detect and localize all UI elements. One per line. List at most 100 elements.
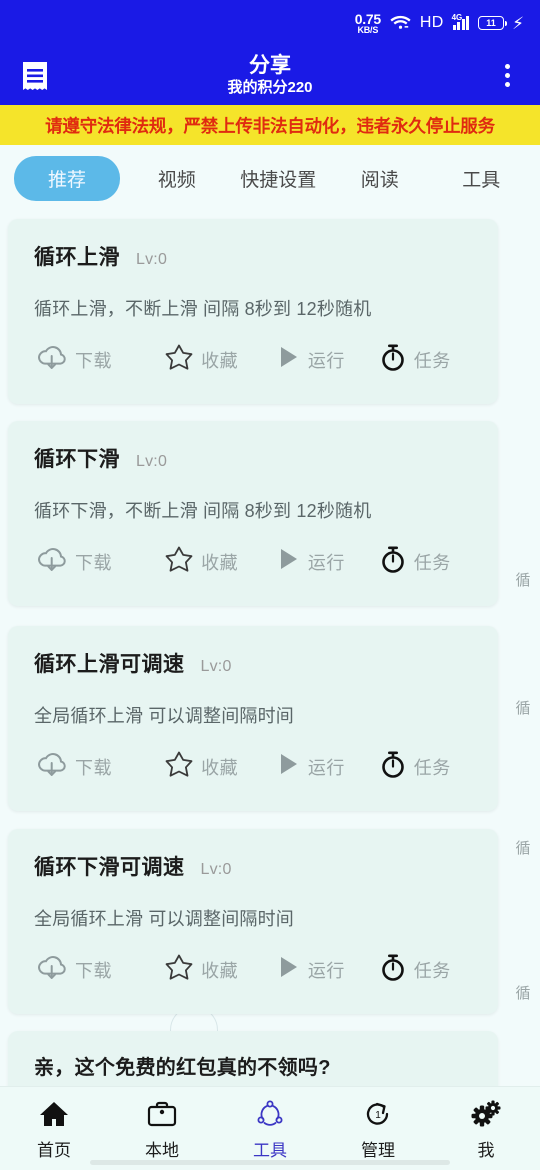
nav-label-me: 我 (477, 1141, 495, 1160)
page-title: 分享 (249, 53, 291, 77)
run-button[interactable]: 运行 (273, 543, 377, 580)
task-label: 任务 (413, 350, 451, 371)
kebab-menu-icon[interactable] (492, 58, 522, 94)
peek-char: 循 (515, 985, 531, 1002)
battery-level-text: 11 (486, 18, 496, 28)
app-bar-title-group: 分享 我的积分220 (0, 46, 540, 105)
play-triangle-icon (273, 543, 303, 580)
favorite-label: 收藏 (201, 757, 239, 778)
card-header: 循环下滑可调速 Lv:0 (34, 851, 472, 881)
script-card[interactable]: 循环下滑可调速 Lv:0 全局循环上滑 可以调整间隔时间 下载 收藏 运行 任务 (8, 829, 498, 1014)
status-bar: 0.75 KB/S HD 4G 11 ⚡ (0, 0, 540, 46)
card-header: 循环上滑可调速 Lv:0 (34, 648, 472, 678)
tab-quick-settings[interactable]: 快捷设置 (228, 156, 330, 201)
network-speed-indicator: 0.75 KB/S (355, 12, 381, 35)
download-label: 下载 (75, 960, 112, 981)
svg-text:1: 1 (375, 1110, 381, 1121)
card-action-row: 下载 收藏 运行 任务 (34, 543, 472, 580)
tab-video[interactable]: 视频 (126, 156, 228, 201)
stopwatch-icon (377, 543, 409, 580)
cloud-download-icon (34, 543, 70, 580)
nav-label-local: 本地 (145, 1141, 179, 1160)
star-outline-icon (162, 543, 196, 580)
network-speed-value: 0.75 (354, 10, 381, 27)
favorite-button[interactable]: 收藏 (162, 543, 273, 580)
tab-recommend[interactable]: 推荐 (14, 155, 120, 201)
stopwatch-icon (377, 748, 409, 785)
points-subtitle: 我的积分220 (227, 78, 313, 96)
stopwatch-icon (377, 951, 409, 988)
tab-tools[interactable]: 工具 (431, 156, 533, 201)
download-label: 下载 (75, 757, 112, 778)
tab-reading[interactable]: 阅读 (329, 156, 431, 201)
task-button[interactable]: 任务 (377, 543, 472, 580)
cloud-download-icon (34, 748, 70, 785)
task-button[interactable]: 任务 (377, 748, 472, 785)
card-level-badge: Lv:0 (136, 453, 168, 470)
app-root: 0.75 KB/S HD 4G 11 ⚡ 分享 我的积分220 请遵守法律法规，… (0, 0, 540, 1170)
task-label: 任务 (413, 757, 451, 778)
script-card-list: 循 循 循 循 循 循 循环上滑 Lv:0 循环上滑，不断上滑 间隔 8秒到 1… (0, 211, 540, 1170)
stopwatch-icon (377, 341, 409, 378)
download-button[interactable]: 下载 (34, 748, 162, 785)
download-button[interactable]: 下载 (34, 951, 162, 988)
favorite-button[interactable]: 收藏 (162, 748, 273, 785)
run-label: 运行 (307, 552, 345, 573)
star-outline-icon (162, 341, 196, 378)
app-bar: 分享 我的积分220 (0, 46, 540, 105)
nav-item-local[interactable]: 本地 (108, 1097, 216, 1161)
card-description: 全局循环上滑 可以调整间隔时间 (34, 706, 294, 726)
favorite-label: 收藏 (201, 960, 239, 981)
cloud-download-icon (34, 951, 70, 988)
network-type-label: 4G (451, 13, 463, 22)
gesture-home-bar[interactable] (90, 1160, 450, 1165)
gears-icon (469, 1097, 503, 1131)
download-button[interactable]: 下载 (34, 543, 162, 580)
run-label: 运行 (307, 350, 345, 371)
share-nodes-icon (254, 1097, 286, 1131)
card-description: 全局循环上滑 可以调整间隔时间 (34, 909, 294, 929)
peek-char: 循 (515, 700, 531, 717)
run-label: 运行 (307, 757, 345, 778)
briefcase-icon (146, 1097, 178, 1131)
run-button[interactable]: 运行 (273, 341, 377, 378)
task-button[interactable]: 任务 (377, 951, 472, 988)
download-label: 下载 (75, 552, 112, 573)
signal-bars-icon: 4G (451, 13, 470, 30)
card-title: 循环上滑可调速 (34, 653, 185, 676)
card-level-badge: Lv:0 (136, 251, 168, 268)
play-triangle-icon (273, 951, 303, 988)
download-button[interactable]: 下载 (34, 341, 162, 378)
task-button[interactable]: 任务 (377, 341, 472, 378)
script-card[interactable]: 循环上滑可调速 Lv:0 全局循环上滑 可以调整间隔时间 下载 收藏 运行 任务 (8, 626, 498, 811)
network-speed-unit: KB/S (357, 24, 379, 35)
star-outline-icon (162, 951, 196, 988)
category-tab-bar: 推荐 视频 快捷设置 阅读 工具 (0, 145, 540, 211)
nav-item-home[interactable]: 首页 (0, 1097, 108, 1161)
card-action-row: 下载 收藏 运行 任务 (34, 951, 472, 988)
home-icon (38, 1097, 70, 1131)
favorite-button[interactable]: 收藏 (162, 951, 273, 988)
nav-label-tools: 工具 (253, 1141, 287, 1160)
bottom-navigation-bar: 首页 本地 工具 1 管理 我 (0, 1086, 540, 1170)
script-card[interactable]: 循环上滑 Lv:0 循环上滑，不断上滑 间隔 8秒到 12秒随机 下载 收藏 运… (8, 219, 498, 404)
favorite-button[interactable]: 收藏 (162, 341, 273, 378)
nav-item-tools[interactable]: 工具 (216, 1097, 324, 1161)
nav-item-manage[interactable]: 1 管理 (324, 1097, 432, 1161)
battery-icon: 11 (478, 16, 508, 30)
run-label: 运行 (307, 960, 345, 981)
receipt-list-icon[interactable] (18, 58, 52, 94)
script-card[interactable]: 循环下滑 Lv:0 循环下滑，不断上滑 间隔 8秒到 12秒随机 下载 收藏 运… (8, 421, 498, 606)
card-title: 循环上滑 (34, 246, 120, 269)
kebab-dot (504, 82, 510, 87)
card-action-row: 下载 收藏 运行 任务 (34, 341, 472, 378)
run-button[interactable]: 运行 (273, 748, 377, 785)
run-button[interactable]: 运行 (273, 951, 377, 988)
task-label: 任务 (413, 552, 451, 573)
favorite-label: 收藏 (201, 350, 239, 371)
card-header: 循环下滑 Lv:0 (34, 443, 472, 473)
card-header: 循环上滑 Lv:0 (34, 241, 472, 271)
nav-item-me[interactable]: 我 (432, 1097, 540, 1161)
peek-char: 循 (515, 572, 531, 589)
card-description: 循环下滑，不断上滑 间隔 8秒到 12秒随机 (34, 501, 372, 521)
